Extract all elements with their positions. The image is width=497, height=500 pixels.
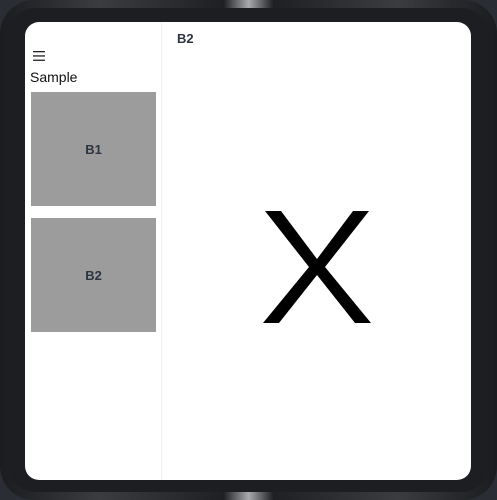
app-screen: Sample B1 B2 B2: [25, 22, 471, 480]
sidebar-item-label: B1: [85, 141, 102, 157]
x-glyph: [261, 209, 373, 330]
sidebar-item-b1[interactable]: B1: [31, 92, 156, 206]
hamburger-menu-icon[interactable]: [31, 48, 47, 64]
page-title: B2: [177, 31, 194, 46]
sidebar-item-b2[interactable]: B2: [31, 218, 156, 332]
sidebar: Sample B1 B2: [25, 22, 162, 480]
sidebar-title: Sample: [30, 69, 78, 85]
sidebar-item-label: B2: [85, 267, 102, 283]
